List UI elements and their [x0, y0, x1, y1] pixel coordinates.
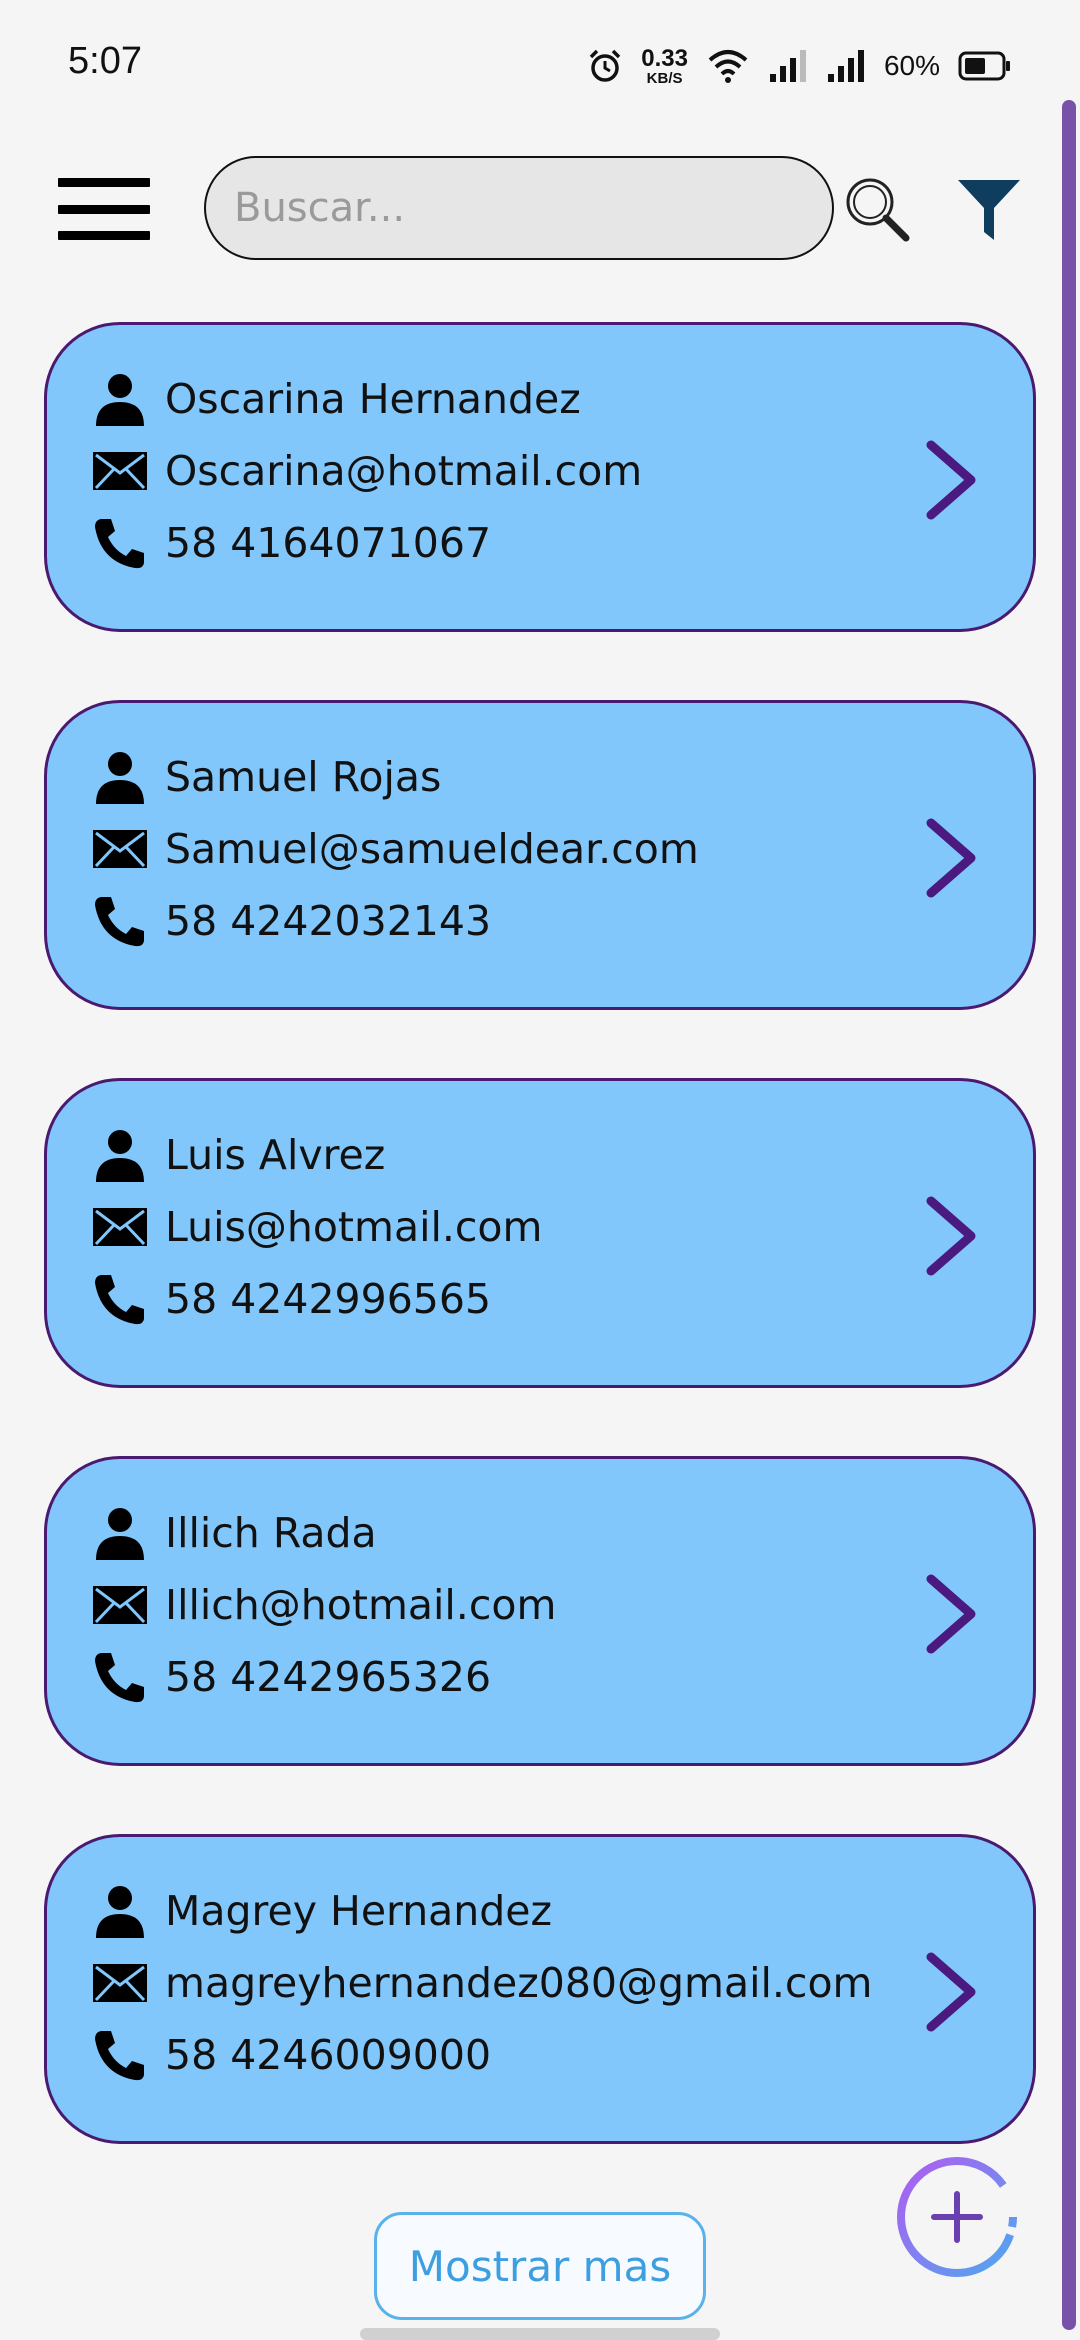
contact-email-row: Samuel@samueldear.com: [91, 819, 699, 879]
person-icon: [91, 1126, 149, 1184]
envelope-icon: [91, 1576, 149, 1634]
network-speed-value: 0.33: [641, 44, 688, 72]
person-icon: [91, 1504, 149, 1562]
contact-name-row: Illich Rada: [91, 1503, 377, 1563]
chevron-right-icon[interactable]: [921, 437, 983, 523]
battery-icon: [958, 51, 1010, 81]
envelope-icon: [91, 1954, 149, 2012]
chevron-right-icon[interactable]: [921, 1571, 983, 1657]
contact-name-row: Oscarina Hernandez: [91, 369, 581, 429]
show-more-button[interactable]: Mostrar mas: [374, 2212, 706, 2320]
contact-email-row: Oscarina@hotmail.com: [91, 441, 642, 501]
contact-phone: 58 4242032143: [165, 897, 492, 945]
contact-email-row: Illich@hotmail.com: [91, 1575, 556, 1635]
menu-icon: [58, 178, 150, 187]
chevron-right-icon[interactable]: [921, 815, 983, 901]
plus-icon: [931, 2191, 983, 2243]
contact-name-row: Luis Alvrez: [91, 1125, 385, 1185]
contact-phone-row: 58 4242996565: [91, 1269, 491, 1329]
phone-icon: [91, 892, 149, 950]
contact-card[interactable]: Luis Alvrez Luis@hotmail.com 58 42429965…: [44, 1078, 1036, 1388]
person-icon: [91, 748, 149, 806]
home-indicator: [360, 2328, 720, 2340]
contact-phone-row: 58 4246009000: [91, 2025, 491, 2085]
network-speed-unit: KB/S: [646, 69, 683, 87]
person-icon: [91, 1882, 149, 1940]
signal-icon-1: [769, 50, 806, 82]
envelope-icon: [91, 1198, 149, 1256]
status-icons: 0.33 KB/S 60%: [587, 44, 1012, 88]
phone-icon: [91, 1648, 149, 1706]
contact-phone-row: 58 4242965326: [91, 1647, 491, 1707]
contact-name: Luis Alvrez: [165, 1131, 386, 1179]
contact-name: Oscarina Hernandez: [165, 375, 581, 423]
signal-icon-2: [827, 50, 864, 82]
contact-email: Luis@hotmail.com: [165, 1203, 543, 1251]
envelope-icon: [91, 820, 149, 878]
contact-card[interactable]: Magrey Hernandez magreyhernandez080@gmai…: [44, 1834, 1036, 2144]
battery-percent: 60%: [883, 50, 940, 81]
status-bar: 5:07 0.33 KB/S 60%: [0, 0, 1080, 130]
add-contact-button[interactable]: [894, 2154, 1020, 2280]
contact-email: magreyhernandez080@gmail.com: [165, 1959, 873, 2007]
search-icon[interactable]: [842, 174, 912, 244]
search-input[interactable]: [204, 156, 834, 260]
envelope-icon: [91, 442, 149, 500]
contact-name: Samuel Rojas: [165, 753, 442, 801]
alarm-icon: [589, 49, 621, 82]
phone-icon: [91, 514, 149, 572]
contact-phone: 58 4246009000: [165, 2031, 492, 2079]
person-icon: [91, 370, 149, 428]
filter-icon[interactable]: [956, 176, 1022, 242]
contact-name: Illich Rada: [165, 1509, 377, 1557]
contact-card[interactable]: Oscarina Hernandez Oscarina@hotmail.com …: [44, 322, 1036, 632]
network-speed: 0.33 KB/S: [641, 44, 688, 87]
contact-phone: 58 4242996565: [165, 1275, 492, 1323]
contact-phone-row: 58 4164071067: [91, 513, 491, 573]
contact-phone: 58 4164071067: [165, 519, 492, 567]
menu-button[interactable]: [58, 178, 150, 240]
status-time: 5:07: [68, 40, 142, 82]
contact-name-row: Samuel Rojas: [91, 747, 441, 807]
contact-email-row: Luis@hotmail.com: [91, 1197, 542, 1257]
wifi-icon: [708, 50, 748, 83]
contact-name-row: Magrey Hernandez: [91, 1881, 552, 1941]
contact-name: Magrey Hernandez: [165, 1887, 553, 1935]
contact-email-row: magreyhernandez080@gmail.com: [91, 1953, 872, 2013]
contact-email: Oscarina@hotmail.com: [165, 447, 643, 495]
phone-icon: [91, 2026, 149, 2084]
contact-card[interactable]: Illich Rada Illich@hotmail.com 58 424296…: [44, 1456, 1036, 1766]
contact-phone: 58 4242965326: [165, 1653, 492, 1701]
contact-email: Samuel@samueldear.com: [165, 825, 699, 873]
scrollbar[interactable]: [1062, 100, 1076, 2330]
contact-phone-row: 58 4242032143: [91, 891, 491, 951]
phone-icon: [91, 1270, 149, 1328]
contact-email: Illich@hotmail.com: [165, 1581, 557, 1629]
chevron-right-icon[interactable]: [921, 1949, 983, 2035]
contact-card[interactable]: Samuel Rojas Samuel@samueldear.com 58 42…: [44, 700, 1036, 1010]
chevron-right-icon[interactable]: [921, 1193, 983, 1279]
